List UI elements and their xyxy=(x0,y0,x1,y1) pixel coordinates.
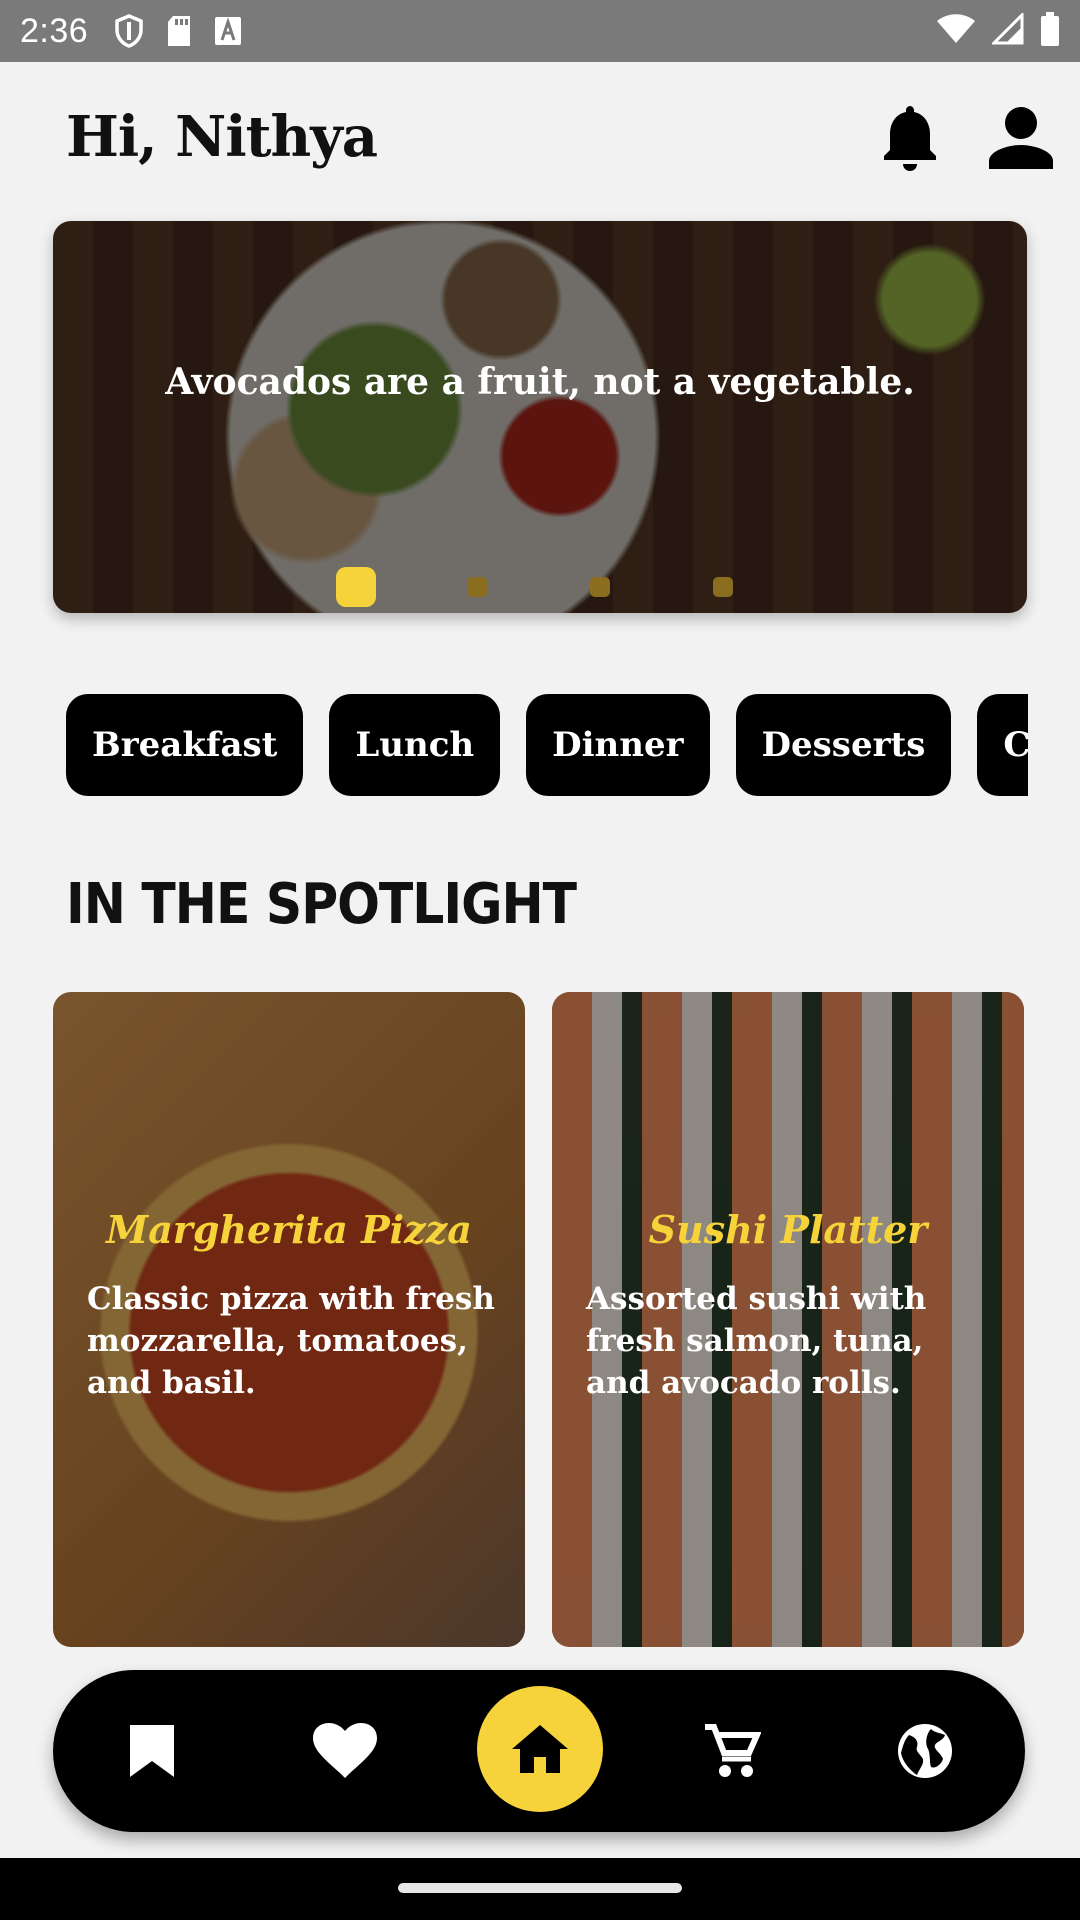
carousel-dot[interactable] xyxy=(467,577,487,597)
signal-icon xyxy=(990,11,1024,49)
greeting-title: Hi, Nithya xyxy=(66,104,378,170)
spotlight-title: IN THE SPOTLIGHT xyxy=(66,872,577,937)
status-bar: 2:36 xyxy=(0,0,1080,62)
card-title: Sushi Platter xyxy=(648,1207,928,1252)
home-icon[interactable] xyxy=(477,1686,603,1812)
card-description: Assorted sushi with fresh salmon, tuna, … xyxy=(586,1281,927,1401)
carousel-dot[interactable] xyxy=(590,577,610,597)
bell-icon[interactable] xyxy=(874,98,946,178)
bookmark-icon[interactable] xyxy=(92,1670,212,1832)
battery-icon xyxy=(1040,12,1060,50)
card-title: Margherita Pizza xyxy=(106,1207,472,1252)
globe-icon[interactable] xyxy=(865,1670,985,1832)
shield-icon xyxy=(114,14,144,48)
category-dinner[interactable]: Dinner xyxy=(526,694,710,796)
category-lunch[interactable]: Lunch xyxy=(329,694,501,796)
carousel-dot[interactable] xyxy=(336,567,376,607)
bottom-nav xyxy=(53,1670,1025,1832)
sd-card-icon xyxy=(166,15,192,47)
category-breakfast[interactable]: Breakfast xyxy=(66,694,304,796)
home-indicator[interactable] xyxy=(398,1883,682,1893)
hero-banner[interactable]: Avocados are a fruit, not a vegetable. xyxy=(53,221,1027,613)
wifi-icon xyxy=(936,13,976,49)
card-description: Classic pizza with fresh mozzarella, tom… xyxy=(87,1281,495,1401)
category-chips: Breakfast Lunch Dinner Desserts Coffee xyxy=(66,694,1028,796)
gesture-bar xyxy=(0,1858,1080,1920)
heart-icon[interactable] xyxy=(285,1670,405,1832)
spotlight-card-pizza[interactable]: Margherita Pizza Classic pizza with fres… xyxy=(53,992,525,1647)
status-time: 2:36 xyxy=(20,11,89,50)
profile-icon[interactable] xyxy=(985,98,1057,178)
spotlight-card-sushi[interactable]: Sushi Platter Assorted sushi with fresh … xyxy=(552,992,1024,1647)
hero-fact-text: Avocados are a fruit, not a vegetable. xyxy=(165,361,915,403)
carousel-dot[interactable] xyxy=(713,577,733,597)
font-a-icon xyxy=(214,16,242,46)
carousel-indicators xyxy=(53,563,1027,607)
category-desserts[interactable]: Desserts xyxy=(735,694,952,796)
cart-icon[interactable] xyxy=(672,1670,792,1832)
category-coffee[interactable]: Coffee xyxy=(977,694,1028,796)
